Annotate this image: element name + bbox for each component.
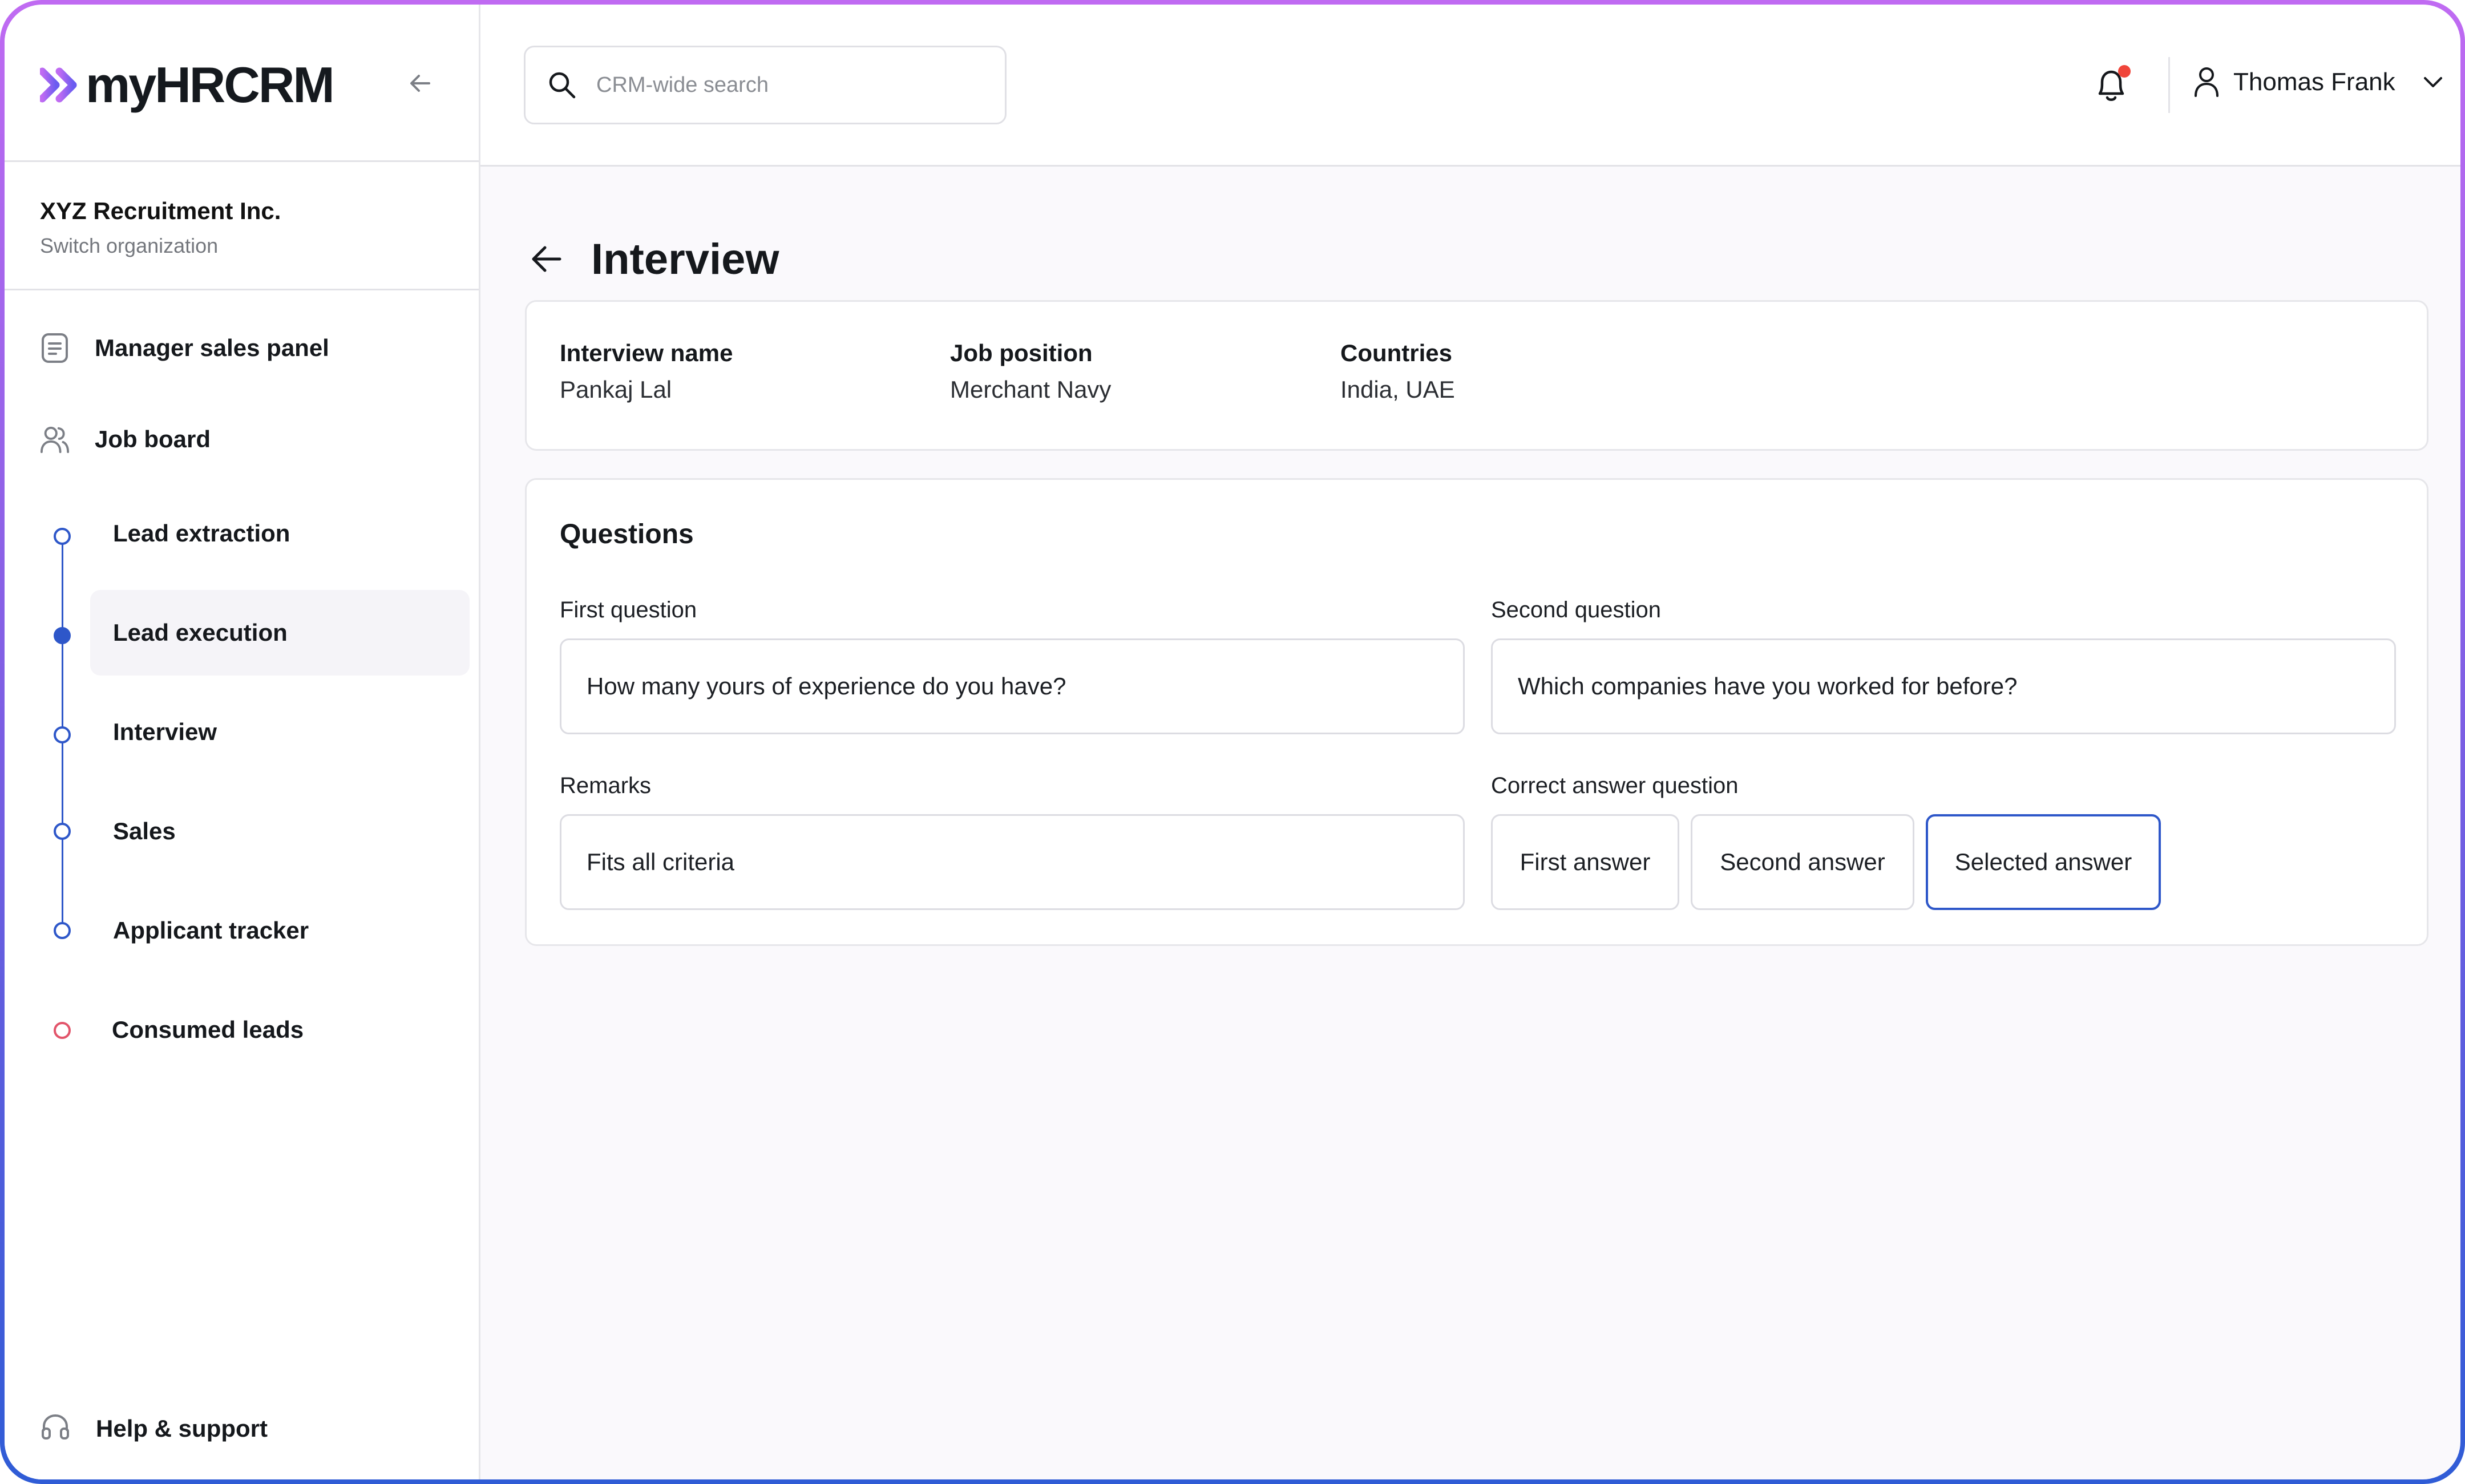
notification-badge xyxy=(2118,65,2131,78)
timeline-dot xyxy=(54,922,71,939)
sidebar-item-label: Lead execution xyxy=(113,619,288,646)
job-position-field: Job position Merchant Navy xyxy=(950,339,1111,403)
timeline-dot xyxy=(54,823,71,840)
search-box[interactable] xyxy=(524,46,1007,124)
sidebar-item-label: Lead extraction xyxy=(113,520,290,547)
sidebar-item-interview[interactable]: Interview xyxy=(90,689,470,775)
countries-label: Countries xyxy=(1340,339,1453,366)
header-divider xyxy=(2168,57,2170,113)
organization-name: XYZ Recruitment Inc. xyxy=(40,197,281,224)
sidebar-item-lead-extraction[interactable]: Lead extraction xyxy=(90,491,470,576)
page-header: Interview xyxy=(526,205,779,313)
timeline-dot xyxy=(54,528,71,545)
interview-name-field: Interview name Pankaj Lal xyxy=(560,339,733,403)
arrow-left-icon xyxy=(532,246,561,272)
sidebar-item-label: Sales xyxy=(113,818,176,844)
chevron-down-icon xyxy=(2423,77,2442,87)
search-input[interactable] xyxy=(595,72,972,98)
remarks-field[interactable]: Fits all criteria xyxy=(560,814,1465,910)
sidebar-item-job-board[interactable]: Job board xyxy=(40,424,211,454)
remarks-label: Remarks xyxy=(560,773,652,798)
logo-row: myHRCRM xyxy=(5,5,479,162)
sidebar-item-label: Job board xyxy=(95,426,211,452)
sidebar-item-label: Manager sales panel xyxy=(95,334,329,361)
back-button[interactable] xyxy=(526,239,566,279)
notifications-button[interactable] xyxy=(2093,65,2134,106)
user-menu[interactable]: Thomas Frank xyxy=(2193,66,2443,98)
search-icon xyxy=(549,72,576,99)
job-position-value: Merchant Navy xyxy=(950,376,1112,403)
countries-value: India, UAE xyxy=(1340,376,1455,403)
job-position-label: Job position xyxy=(950,339,1093,366)
sidebar-item-sales[interactable]: Sales xyxy=(90,788,470,874)
interview-name-value: Pankaj Lal xyxy=(560,376,672,403)
timeline-dot-active xyxy=(54,627,71,644)
divider xyxy=(5,289,479,290)
sidebar-item-applicant-tracker[interactable]: Applicant tracker xyxy=(90,888,470,973)
interview-info-card: Interview name Pankaj Lal Job position M… xyxy=(525,300,2428,451)
questions-title: Questions xyxy=(560,519,694,549)
brand-name: myHRCRM xyxy=(86,56,335,113)
sidebar-item-consumed-leads[interactable]: Consumed leads xyxy=(90,987,470,1073)
document-icon xyxy=(40,333,70,363)
correct-answer-label: Correct answer question xyxy=(1491,773,1739,798)
second-question-label: Second question xyxy=(1491,597,1662,622)
double-chevron-logo-icon xyxy=(40,67,77,103)
collapse-sidebar-button[interactable] xyxy=(404,67,436,99)
switch-organization-link[interactable]: Switch organization xyxy=(40,234,281,258)
top-header: Thomas Frank xyxy=(480,5,2460,167)
countries-field: Countries India, UAE xyxy=(1340,339,1455,403)
sidebar-item-label: Consumed leads xyxy=(112,1016,304,1043)
page-title: Interview xyxy=(591,234,779,284)
consumed-leads-dot xyxy=(54,1022,71,1039)
timeline-dot xyxy=(54,726,71,743)
arrow-left-icon xyxy=(410,75,430,92)
sidebar-item-lead-execution[interactable]: Lead execution xyxy=(90,590,470,676)
users-icon xyxy=(40,424,70,454)
answer-option-first[interactable]: First answer xyxy=(1491,814,1679,910)
answer-option-second[interactable]: Second answer xyxy=(1691,814,1914,910)
first-question-field[interactable]: How many yours of experience do you have… xyxy=(560,638,1465,734)
sidebar-item-label: Interview xyxy=(113,718,217,745)
organization: XYZ Recruitment Inc. Switch organization xyxy=(40,197,281,258)
sidebar-item-manager-sales-panel[interactable]: Manager sales panel xyxy=(40,333,329,363)
app-window: myHRCRM XYZ Recruitment Inc. Switch orga… xyxy=(5,5,2460,1479)
help-support-label: Help & support xyxy=(96,1414,268,1442)
second-question-field[interactable]: Which companies have you worked for befo… xyxy=(1491,638,2396,734)
answer-option-selected[interactable]: Selected answer xyxy=(1926,814,2161,910)
help-support-link[interactable]: Help & support xyxy=(40,1412,268,1445)
questions-card: Questions First question How many yours … xyxy=(525,478,2428,946)
user-icon xyxy=(2195,67,2218,97)
first-question-label: First question xyxy=(560,597,697,622)
headset-icon xyxy=(40,1412,71,1445)
user-name: Thomas Frank xyxy=(2233,68,2395,96)
brand-logo[interactable]: myHRCRM xyxy=(40,56,335,114)
interview-name-label: Interview name xyxy=(560,339,733,366)
sidebar-item-label: Applicant tracker xyxy=(113,917,309,944)
sidebar: myHRCRM XYZ Recruitment Inc. Switch orga… xyxy=(5,5,480,1479)
